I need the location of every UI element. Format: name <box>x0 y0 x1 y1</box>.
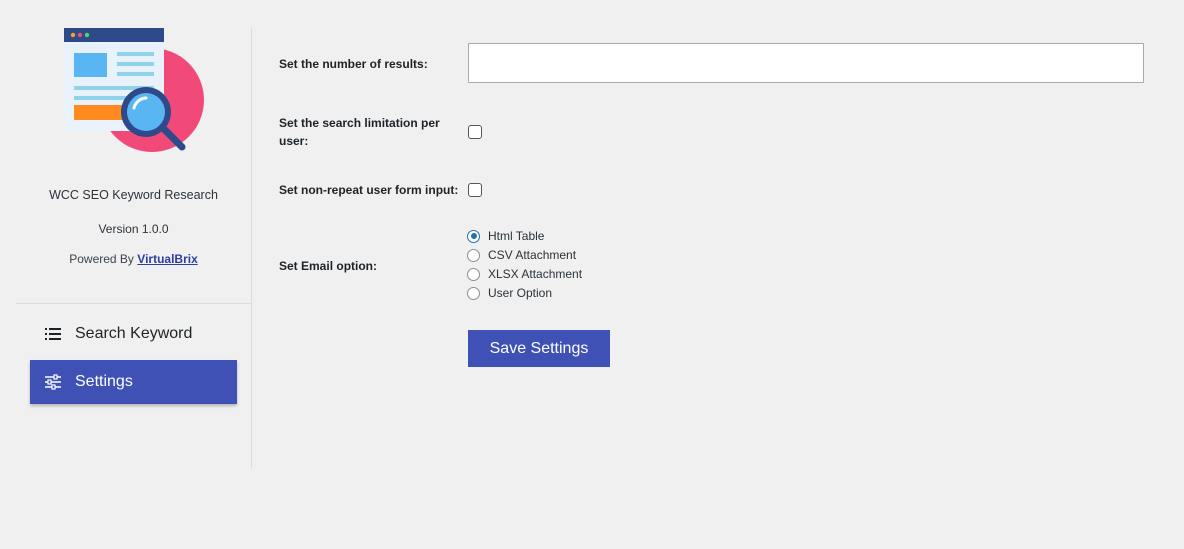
list-icon <box>44 325 62 343</box>
plugin-sidebar: WCC SEO Keyword Research Version 1.0.0 P… <box>16 28 252 468</box>
radio-label: User Option <box>488 286 553 300</box>
email-option-xlsx-attachment[interactable]: XLSX Attachment <box>467 267 582 281</box>
email-option-user-option[interactable]: User Option <box>467 286 552 300</box>
results-input[interactable] <box>468 43 1144 83</box>
nav-item-search-keyword[interactable]: Search Keyword <box>30 312 237 356</box>
radio-label: XLSX Attachment <box>488 267 583 281</box>
save-settings-button[interactable]: Save Settings <box>468 330 610 367</box>
sliders-icon <box>44 373 62 391</box>
email-option-csv-attachment[interactable]: CSV Attachment <box>467 248 576 262</box>
search-limit-checkbox[interactable] <box>468 125 482 139</box>
plugin-version: Version 1.0.0 <box>98 222 169 236</box>
powered-by-prefix: Powered By <box>69 252 134 266</box>
radio-button[interactable] <box>467 286 480 300</box>
results-label: Set the number of results: <box>279 57 428 71</box>
email-option-label: Set Email option: <box>279 259 378 273</box>
virtualbrix-link[interactable]: VirtualBrix <box>137 252 197 266</box>
sidebar-divider <box>16 303 251 304</box>
seo-logo-icon <box>64 28 204 152</box>
non-repeat-label: Set non-repeat user form input: <box>279 183 459 197</box>
nav-item-label: Search Keyword <box>75 325 193 342</box>
email-option-html-table[interactable]: Html Table <box>467 229 544 243</box>
search-limit-label: Set the search limitation per user: <box>279 116 440 148</box>
radio-button[interactable] <box>467 229 480 243</box>
powered-by: Powered By VirtualBrix <box>16 252 251 266</box>
radio-button[interactable] <box>467 248 480 262</box>
non-repeat-checkbox[interactable] <box>468 183 482 197</box>
nav-item-label: Settings <box>75 373 133 390</box>
radio-label: CSV Attachment <box>488 248 577 262</box>
radio-button[interactable] <box>467 267 480 281</box>
plugin-name: WCC SEO Keyword Research <box>49 188 218 202</box>
nav-item-settings[interactable]: Settings <box>30 360 237 404</box>
radio-label: Html Table <box>488 229 545 243</box>
